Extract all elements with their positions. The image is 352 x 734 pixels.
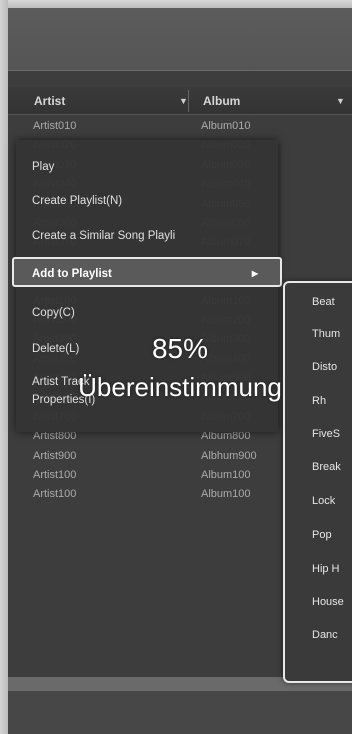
album-cell: Album100: [201, 469, 251, 482]
menu-item-copy[interactable]: Copy(C): [16, 298, 278, 328]
toolbar: [8, 8, 352, 70]
sort-down-icon[interactable]: ▼: [179, 87, 188, 115]
artist-cell: Artist100: [33, 488, 77, 501]
sort-down-icon[interactable]: ▼: [336, 87, 345, 115]
menu-item-label: Play: [32, 161, 55, 173]
submenu-item-playlist[interactable]: Pop: [285, 520, 352, 550]
column-divider[interactable]: [188, 90, 189, 112]
submenu-item-playlist[interactable]: Danc: [285, 620, 352, 650]
column-header-artist[interactable]: Artist ▼: [34, 87, 204, 115]
column-header-artist-label: Artist: [34, 94, 66, 108]
artist-cell: Artist100: [33, 469, 77, 482]
match-label: Übereinstimmung: [78, 372, 282, 402]
submenu-item-playlist[interactable]: House: [285, 587, 352, 617]
artist-cell: Artist900: [33, 449, 77, 462]
app-window: Artist ▼ Album ▼ Artist010 Album010 Artist…: [0, 0, 352, 734]
window-frame-left: [0, 0, 8, 734]
table-row[interactable]: Artist010 Album010: [8, 117, 352, 136]
menu-item-label: Create Playlist(N): [32, 195, 123, 207]
menu-item-create-playlist[interactable]: Create Playlist(N): [16, 186, 278, 216]
column-header-album[interactable]: Album ▼: [203, 87, 352, 115]
menu-item-label: Create a Similar Song Playli: [32, 230, 176, 242]
menu-item-play[interactable]: Play: [16, 152, 278, 182]
status-footer: [8, 691, 352, 734]
table-header: Artist ▼ Album ▼: [8, 87, 352, 115]
match-overlay: 85% Übereinstimmung: [20, 330, 340, 404]
album-cell: Album010: [201, 120, 251, 132]
submenu-item-playlist[interactable]: Beat: [285, 287, 352, 317]
submenu-item-playlist[interactable]: FiveS: [285, 419, 352, 449]
match-percent: 85%: [151, 333, 209, 364]
submenu-item-playlist[interactable]: Break: [285, 452, 352, 482]
menu-item-create-similar-playlist[interactable]: Create a Similar Song Playli: [16, 221, 278, 251]
column-header-album-label: Album: [203, 94, 241, 108]
album-cell: Albhum900: [201, 449, 257, 462]
artist-cell: Artist010: [33, 120, 77, 132]
album-cell: Album100: [201, 488, 251, 501]
window-frame-top: [0, 0, 352, 8]
menu-item-label: Add to Playlist: [32, 268, 112, 280]
submenu-item-playlist[interactable]: Lock: [285, 486, 352, 516]
submenu-arrow-icon: ▶: [251, 269, 258, 278]
menu-item-add-to-playlist[interactable]: Add to Playlist ▶: [12, 257, 282, 287]
submenu-item-playlist[interactable]: Hip H: [285, 554, 352, 584]
menu-item-label: Copy(C): [32, 307, 75, 319]
